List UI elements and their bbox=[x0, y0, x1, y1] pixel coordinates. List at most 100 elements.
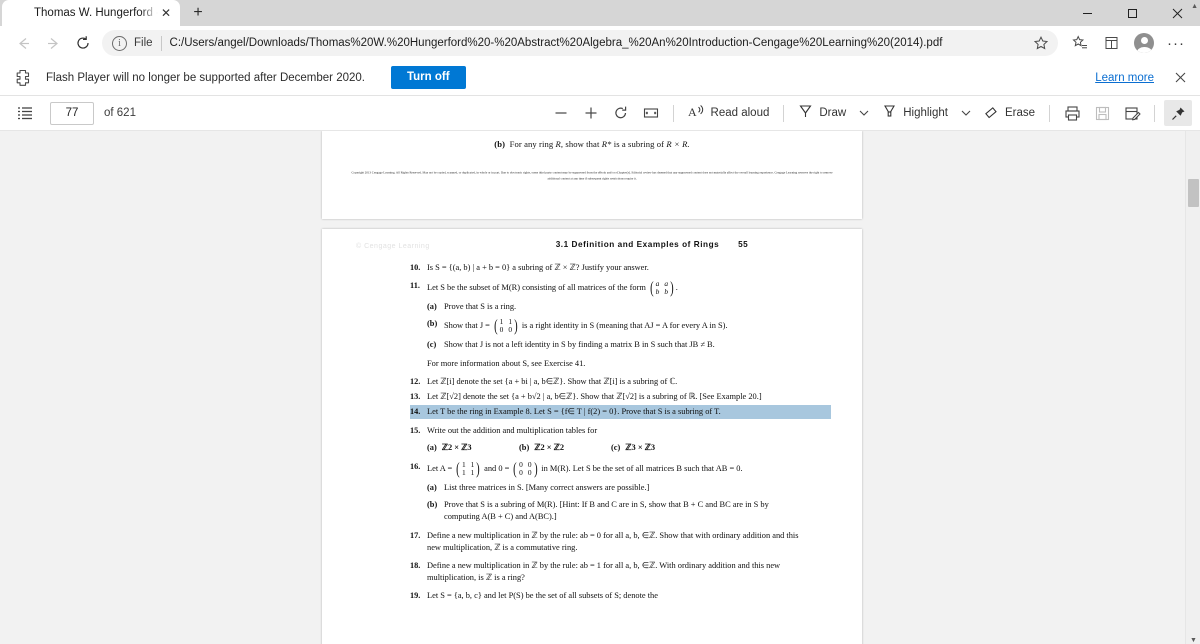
exercise-stem: Let S be the subset of M(R) consisting o… bbox=[427, 282, 646, 292]
new-tab-button[interactable]: + bbox=[184, 1, 212, 25]
exercise-text: Let ℤ[i] denote the set {a + bi | a, b∈ℤ… bbox=[427, 376, 678, 386]
nav-right-actions: ··· bbox=[1064, 29, 1192, 57]
subitem-text: Prove that S is a ring. bbox=[444, 301, 517, 311]
page-number-input[interactable]: 77 bbox=[50, 101, 94, 125]
subitem-text-pre: Show that J = bbox=[444, 320, 490, 330]
highlight-button[interactable]: Highlight bbox=[875, 100, 955, 126]
draw-button[interactable]: Draw bbox=[791, 100, 853, 126]
fit-to-page-icon[interactable] bbox=[636, 100, 666, 126]
matrix-grid: aabb bbox=[655, 278, 669, 296]
pdf-toolbar-right: A Read aloud Draw Highlight Erase bbox=[546, 100, 1192, 126]
exercise-subitem: (b) Show that J = ( 1100 ) is a right id… bbox=[427, 315, 802, 335]
divider bbox=[160, 35, 162, 51]
subitem-label: (b) bbox=[427, 318, 438, 328]
zoom-out-icon[interactable] bbox=[546, 100, 576, 126]
exercise-number: 12. bbox=[410, 376, 421, 386]
avatar[interactable] bbox=[1128, 29, 1160, 57]
exercise-number: 16. bbox=[410, 462, 421, 472]
exercise-item-highlighted[interactable]: 14. Let T be the ring in Example 8. Let … bbox=[410, 405, 831, 420]
item-text-1: For any ring bbox=[509, 139, 556, 149]
address-bar[interactable]: i File C:/Users/angel/Downloads/Thomas%2… bbox=[102, 30, 1058, 56]
exercise-text: Define a new multiplication in ℤ by the … bbox=[427, 530, 799, 552]
info-icon[interactable]: i bbox=[112, 35, 127, 51]
exercise-text: Let T be the ring in Example 8. Let S = … bbox=[427, 407, 721, 417]
choice-text: ℤ2 × ℤ3 bbox=[441, 443, 472, 453]
zoom-in-icon[interactable] bbox=[576, 100, 606, 126]
close-icon[interactable] bbox=[1172, 70, 1188, 86]
page-total-label: of 621 bbox=[104, 107, 136, 119]
scheme-label: File bbox=[134, 37, 153, 49]
subitem-label: (b) bbox=[427, 500, 438, 510]
exercise-text: Let ℤ[√2] denote the set {a + b√2 | a, b… bbox=[427, 391, 762, 401]
choice-text: ℤ3 × ℤ3 bbox=[625, 443, 656, 453]
subitem-label: (a) bbox=[427, 301, 437, 311]
item-text-3: is a subring of bbox=[611, 139, 667, 149]
scroll-down-arrow[interactable]: ▼ bbox=[1186, 637, 1200, 644]
page-number: 55 bbox=[738, 240, 749, 249]
notification-message: Flash Player will no longer be supported… bbox=[46, 71, 365, 84]
pdf-page-current: © Cengage Learning 3.1 Definition and Ex… bbox=[322, 229, 862, 644]
exercise-item: 10. Is S = {(a, b) | a + b = 0} a subrin… bbox=[410, 262, 802, 274]
choice-label: (c) bbox=[611, 443, 621, 453]
item-text-2: , show that bbox=[560, 139, 602, 149]
erase-label: Erase bbox=[1004, 107, 1035, 119]
window-controls bbox=[1065, 0, 1200, 26]
forward-icon[interactable] bbox=[38, 29, 68, 57]
close-icon[interactable]: ✕ bbox=[158, 5, 174, 21]
vertical-scrollbar[interactable]: ▼ bbox=[1185, 131, 1200, 644]
exercise-item: 12. Let ℤ[i] denote the set {a + bi | a,… bbox=[410, 376, 802, 388]
turn-off-button[interactable]: Turn off bbox=[390, 65, 466, 90]
item-text-4: R × R. bbox=[666, 139, 690, 149]
learn-more-link[interactable]: Learn more bbox=[1095, 72, 1154, 84]
flash-player-icon bbox=[14, 69, 32, 87]
divider bbox=[783, 104, 785, 122]
exercise-number: 13. bbox=[410, 391, 421, 401]
settings-more-icon[interactable]: ··· bbox=[1160, 29, 1192, 57]
favorites-list-icon[interactable] bbox=[1064, 29, 1096, 57]
previous-page-last-item: (b) For any ring R, show that R* is a su… bbox=[322, 131, 862, 149]
exercise-subitem: (a) List three matrices in S. [Many corr… bbox=[427, 482, 802, 494]
chevron-down-icon[interactable] bbox=[955, 100, 977, 126]
exercise-subitem: (c) Show that J is not a left identity i… bbox=[427, 339, 802, 351]
rotate-icon[interactable] bbox=[606, 100, 636, 126]
section-title: 3.1 Definition and Examples of Rings bbox=[555, 240, 720, 249]
save-as-icon[interactable] bbox=[1117, 100, 1147, 126]
subitem-text: List three matrices in S. [Many correct … bbox=[444, 483, 650, 493]
read-aloud-button[interactable]: A Read aloud bbox=[681, 100, 777, 126]
maximize-icon[interactable] bbox=[1110, 0, 1155, 26]
eraser-icon bbox=[984, 104, 999, 122]
print-icon[interactable] bbox=[1057, 100, 1087, 126]
subitem-text-post: is a right identity in S (meaning that A… bbox=[521, 320, 728, 330]
vertical-scroll-thumb[interactable] bbox=[1188, 179, 1199, 207]
exercise-number: 18. bbox=[410, 560, 421, 570]
matrix-1100: ( 1100 ) bbox=[494, 315, 518, 335]
scroll-up-arrow[interactable]: ▲ bbox=[1191, 3, 1198, 10]
subitem-text: Show that J = ( 1100 ) is a right identi… bbox=[444, 315, 802, 335]
matrix-all-ones: ( 1111 ) bbox=[456, 459, 480, 479]
pdf-viewer: (b) For any ring R, show that R* is a su… bbox=[0, 131, 1200, 644]
exercise-text-pre: Let A = bbox=[427, 464, 453, 474]
chevron-down-icon[interactable] bbox=[853, 100, 875, 126]
collections-icon[interactable] bbox=[1096, 29, 1128, 57]
pdf-page-previous: (b) For any ring R, show that R* is a su… bbox=[322, 131, 862, 219]
refresh-icon[interactable] bbox=[68, 29, 98, 57]
table-of-contents-icon[interactable] bbox=[10, 100, 40, 126]
highlight-label: Highlight bbox=[903, 107, 948, 119]
back-icon[interactable] bbox=[8, 29, 38, 57]
url-text: C:/Users/angel/Downloads/Thomas%20W.%20H… bbox=[169, 37, 943, 49]
highlighter-icon bbox=[882, 104, 897, 122]
copyright-notice: Copyright 2013 Cengage Learning. All Rig… bbox=[351, 170, 833, 181]
item-label: (b) bbox=[494, 139, 506, 149]
save-icon[interactable] bbox=[1087, 100, 1117, 126]
divider bbox=[672, 104, 674, 122]
erase-button[interactable]: Erase bbox=[977, 100, 1042, 126]
favorite-star-icon[interactable] bbox=[1030, 32, 1052, 54]
browser-tab-active[interactable]: PDF Thomas W. Hungerford - Abstrac ✕ bbox=[2, 0, 180, 26]
read-aloud-icon: A bbox=[688, 104, 705, 122]
exercise-number: 14. bbox=[410, 407, 421, 417]
draw-pen-icon bbox=[798, 104, 813, 122]
minimize-icon[interactable] bbox=[1065, 0, 1110, 26]
browser-title-bar: PDF Thomas W. Hungerford - Abstrac ✕ + bbox=[0, 0, 1200, 26]
exercise-note: For more information about S, see Exerci… bbox=[427, 358, 586, 368]
pin-icon[interactable] bbox=[1164, 100, 1192, 126]
